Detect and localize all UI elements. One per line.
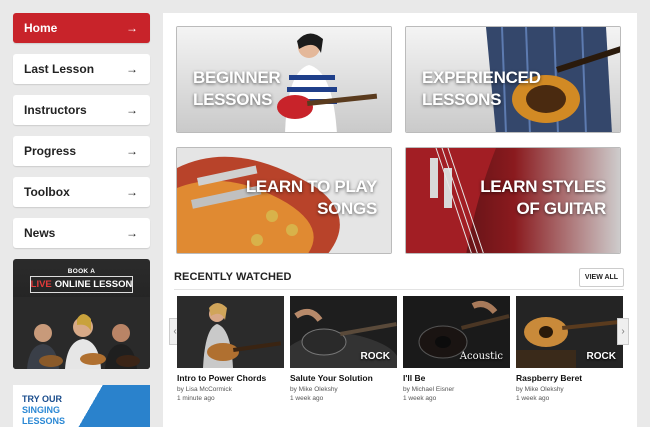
- video-timestamp: 1 minute ago: [177, 395, 215, 402]
- sidebar-item-label: Last Lesson: [24, 62, 95, 76]
- video-title[interactable]: Raspberry Beret: [516, 373, 623, 383]
- video-card[interactable]: ROCK Salute Your Solution by Mike Oleksh…: [290, 296, 397, 402]
- live-lesson-promo-banner[interactable]: BOOK A LIVE ONLINE LESSON: [13, 259, 150, 369]
- tile-label-line2: LESSONS: [193, 90, 273, 109]
- promo-live-word: LIVE: [30, 279, 52, 290]
- sidebar-item-progress[interactable]: Progress →: [13, 136, 150, 166]
- promo-online-lesson-text: ONLINE LESSON: [54, 279, 133, 290]
- promo-singing-line1: TRY OUR: [22, 394, 63, 404]
- section-divider: [174, 289, 624, 290]
- beginner-lessons-tile[interactable]: BEGINNER LESSONS: [176, 26, 392, 133]
- arrow-right-icon: →: [126, 21, 138, 35]
- tile-label: BEGINNER LESSONS: [193, 67, 281, 111]
- recently-watched-heading: RECENTLY WATCHED: [174, 271, 292, 283]
- arrow-right-icon: →: [126, 226, 138, 240]
- video-genre-tag: ROCK: [360, 351, 390, 362]
- tile-label-line2: SONGS: [317, 199, 377, 218]
- instructors-photo: [13, 297, 150, 369]
- video-timestamp: 1 week ago: [403, 395, 437, 402]
- video-thumbnail[interactable]: ROCK: [516, 296, 623, 368]
- video-genre-tag: ROCK: [586, 351, 616, 362]
- tile-label-line2: LESSONS: [422, 90, 502, 109]
- sidebar-item-instructors[interactable]: Instructors →: [13, 95, 150, 125]
- promo-singing-line2: SINGING: [22, 405, 61, 415]
- video-card[interactable]: ROCK Raspberry Beret by Mike Olekshy 1 w…: [516, 296, 623, 402]
- promo-singing-line3: LESSONS: [22, 416, 66, 426]
- chevron-right-icon: ›: [621, 326, 625, 337]
- promo-live-box: LIVE ONLINE LESSON: [30, 276, 133, 293]
- arrow-right-icon: →: [126, 103, 138, 117]
- sidebar-item-toolbox[interactable]: Toolbox →: [13, 177, 150, 207]
- singing-lessons-promo-banner[interactable]: TRY OUR SINGING LESSONS: [13, 385, 150, 427]
- promo-singing-text: TRY OUR SINGING LESSONS: [22, 394, 65, 427]
- video-thumbnail[interactable]: Acoustic: [403, 296, 510, 368]
- sidebar-item-news[interactable]: News →: [13, 218, 150, 248]
- tile-label-line1: LEARN TO PLAY: [245, 177, 377, 196]
- video-author: by Michael Eisner: [403, 386, 455, 393]
- video-author: by Mike Olekshy: [516, 386, 564, 393]
- promo-blue-panel: [75, 385, 150, 427]
- arrow-right-icon: →: [126, 185, 138, 199]
- video-title[interactable]: Intro to Power Chords: [177, 373, 284, 383]
- view-all-button[interactable]: VIEW ALL: [579, 268, 624, 287]
- video-author: by Lisa McCormick: [177, 386, 232, 393]
- carousel-next-button[interactable]: ›: [617, 318, 629, 345]
- main-content-panel: BEGINNER LESSONS EXPERIENCED LESSONS LEA…: [163, 13, 637, 427]
- sidebar-item-last-lesson[interactable]: Last Lesson →: [13, 54, 150, 84]
- video-author: by Mike Olekshy: [290, 386, 338, 393]
- video-title[interactable]: I'll Be: [403, 373, 510, 383]
- sidebar-item-label: Home: [24, 21, 58, 35]
- sidebar-item-home[interactable]: Home →: [13, 13, 150, 43]
- tile-label-line1: BEGINNER: [193, 68, 281, 87]
- tile-label-line1: EXPERIENCED: [422, 68, 541, 87]
- video-card[interactable]: Intro to Power Chords by Lisa McCormick …: [177, 296, 284, 402]
- experienced-lessons-tile[interactable]: EXPERIENCED LESSONS: [405, 26, 621, 133]
- learn-styles-tile[interactable]: LEARN STYLES OF GUITAR: [405, 147, 621, 254]
- sidebar-item-label: Toolbox: [24, 185, 70, 199]
- promo-book-text: BOOK A: [67, 268, 96, 275]
- video-title[interactable]: Salute Your Solution: [290, 373, 397, 383]
- learn-songs-tile[interactable]: LEARN TO PLAY SONGS: [176, 147, 392, 254]
- tile-label: LEARN STYLES OF GUITAR: [480, 176, 606, 220]
- video-thumbnail-image: [177, 296, 284, 368]
- sidebar-item-label: Progress: [24, 144, 77, 158]
- sidebar-item-label: Instructors: [24, 103, 87, 117]
- tile-label: EXPERIENCED LESSONS: [422, 67, 541, 111]
- arrow-right-icon: →: [126, 144, 138, 158]
- arrow-right-icon: →: [126, 62, 138, 76]
- video-genre-tag: Acoustic: [459, 351, 503, 362]
- video-timestamp: 1 week ago: [516, 395, 550, 402]
- video-timestamp: 1 week ago: [290, 395, 324, 402]
- sidebar-item-label: News: [24, 226, 56, 240]
- video-thumbnail[interactable]: ROCK: [290, 296, 397, 368]
- video-card[interactable]: Acoustic I'll Be by Michael Eisner 1 wee…: [403, 296, 510, 402]
- tile-label: LEARN TO PLAY SONGS: [246, 176, 377, 220]
- tile-label-line1: LEARN STYLES: [480, 177, 606, 196]
- video-thumbnail[interactable]: [177, 296, 284, 368]
- sidebar-nav: Home → Last Lesson → Instructors → Progr…: [13, 13, 150, 259]
- tile-label-line2: OF GUITAR: [516, 199, 606, 218]
